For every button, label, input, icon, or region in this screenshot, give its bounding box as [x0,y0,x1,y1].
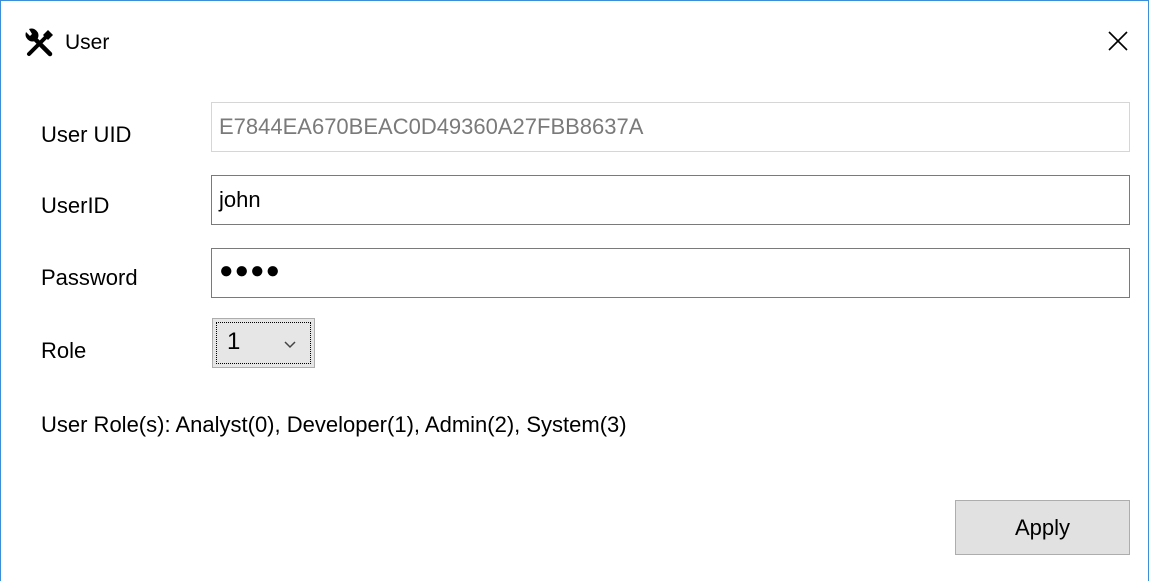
user-dialog: User User UID E7844EA670BEAC0D49360A27FB… [0,0,1149,581]
close-icon [1108,30,1128,56]
title-bar: User [1,1,1148,79]
password-label: Password [41,265,138,290]
userid-label: UserID [41,193,110,218]
window-title: User [65,31,110,54]
apply-button[interactable]: Apply [955,500,1130,555]
user-uid-label: User UID [41,122,132,147]
role-label: Role [41,338,87,363]
user-roles-info: User Role(s): Analyst(0), Developer(1), … [41,412,627,437]
role-selected-value: 1 [227,328,241,355]
close-button[interactable] [1098,25,1138,61]
user-uid-field: E7844EA670BEAC0D49360A27FBB8637A [211,102,1130,152]
role-dropdown[interactable]: 1 [212,318,315,368]
tools-icon [23,26,57,60]
chevron-down-icon [283,337,297,349]
password-field[interactable]: ●●●● [211,248,1130,298]
userid-field[interactable]: john [211,175,1130,225]
